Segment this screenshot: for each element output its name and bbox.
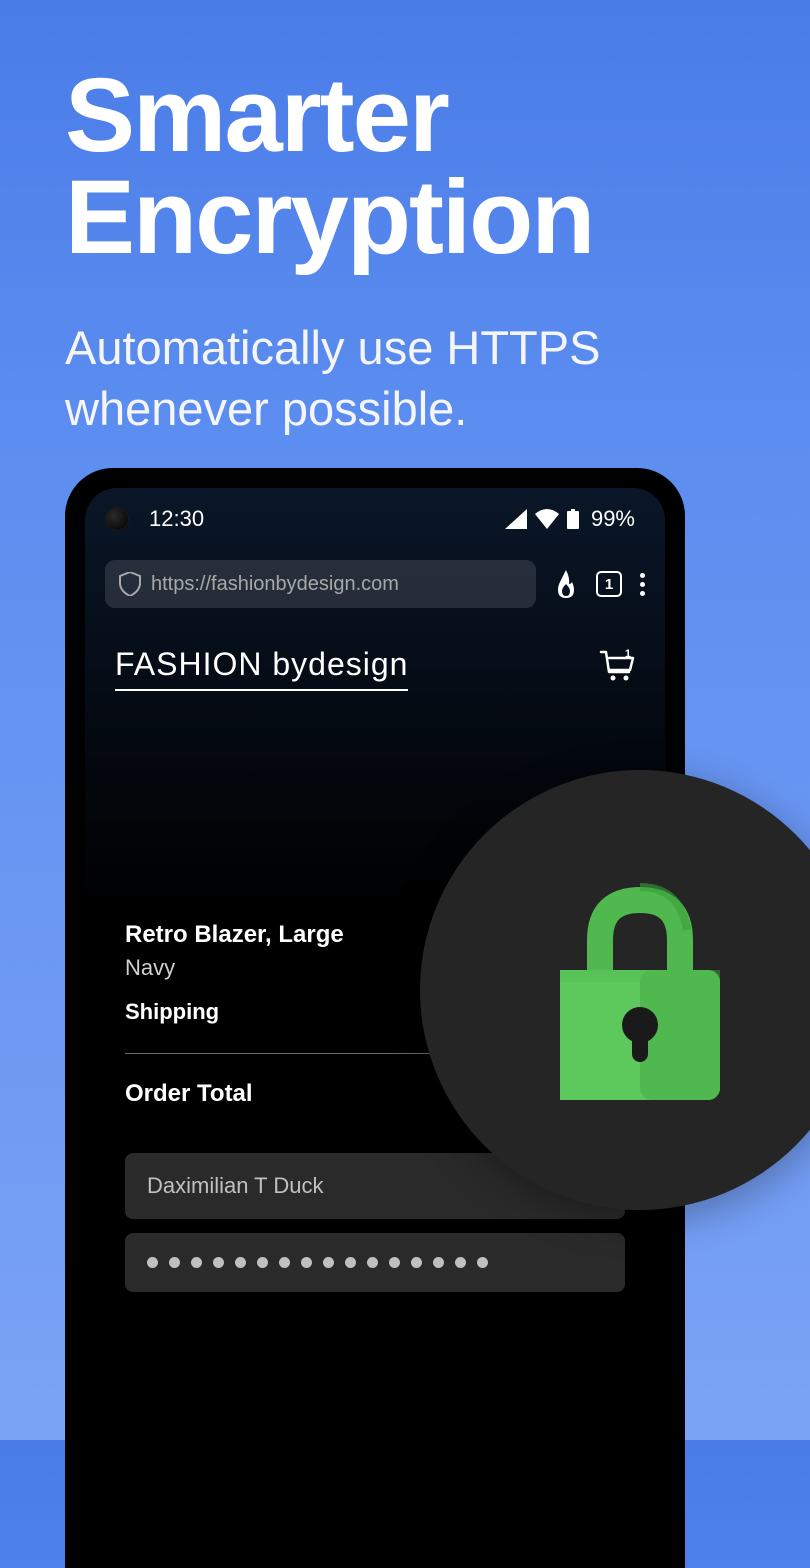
lock-icon — [540, 880, 740, 1100]
shield-icon — [119, 572, 141, 596]
status-bar: 12:30 99% — [85, 488, 665, 542]
wifi-icon — [535, 509, 559, 529]
menu-button[interactable] — [640, 573, 645, 596]
battery-icon — [567, 509, 579, 529]
hero-title: Smarter Encryption — [65, 65, 745, 269]
tab-count-button[interactable]: 1 — [596, 571, 622, 597]
battery-percentage: 99% — [591, 506, 635, 532]
camera-dot — [105, 507, 129, 531]
cart-badge: 1 — [625, 648, 631, 660]
order-total-label: Order Total — [125, 1080, 253, 1108]
site-logo[interactable]: FASHION bydesign — [115, 646, 408, 691]
fire-icon[interactable] — [554, 570, 578, 598]
cart-button[interactable]: 1 — [599, 650, 635, 687]
address-bar[interactable]: https://fashionbydesign.com — [105, 560, 536, 608]
password-input[interactable] — [125, 1233, 625, 1292]
status-time: 12:30 — [149, 506, 204, 532]
address-url: https://fashionbydesign.com — [151, 573, 399, 596]
cellular-icon — [505, 509, 527, 529]
hero-subtitle: Automatically use HTTPS whenever possibl… — [65, 317, 745, 439]
